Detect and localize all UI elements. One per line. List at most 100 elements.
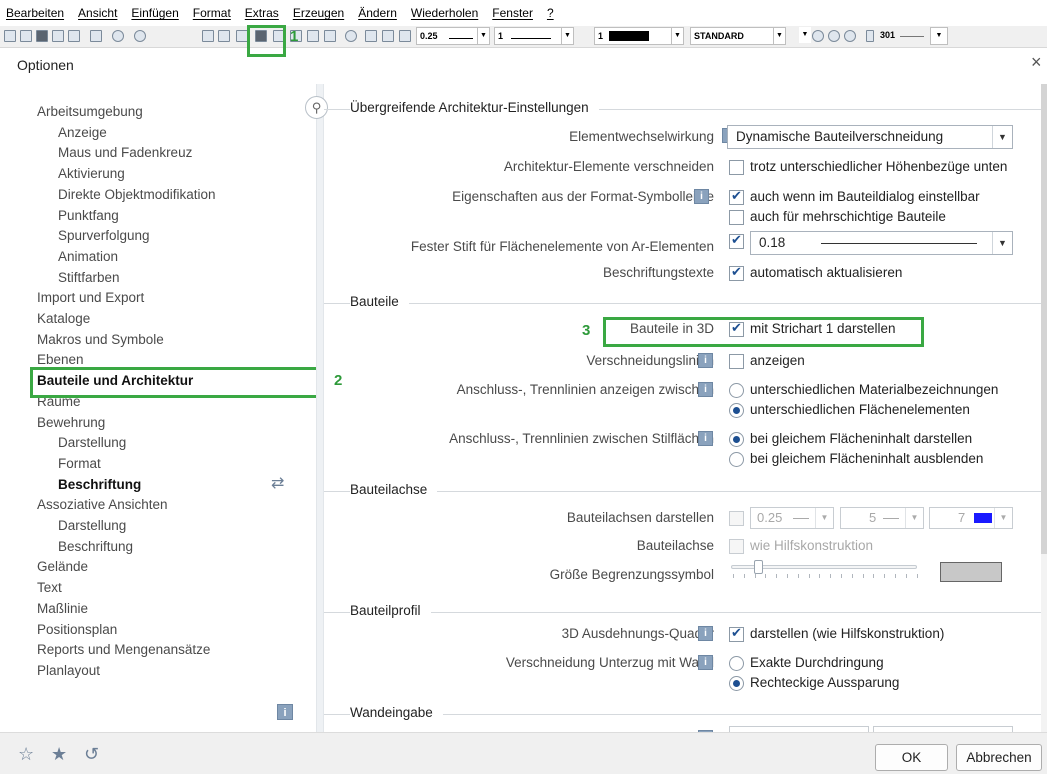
anschluss-material-radio[interactable] [729, 383, 744, 398]
unterzug-rechteckig-radio[interactable] [729, 676, 744, 691]
info-icon[interactable]: i [698, 431, 713, 446]
bauteilachse-checkbox[interactable] [729, 539, 744, 554]
info-icon[interactable]: i [698, 382, 713, 397]
unterzug-exakt-radio[interactable] [729, 656, 744, 671]
scrollbar-thumb[interactable] [1041, 84, 1047, 554]
begrenzungssymbol-color-box[interactable] [940, 562, 1002, 582]
tree-item[interactable]: Arbeitsumgebung [37, 103, 143, 121]
tree-item[interactable]: Assoziative Ansichten [37, 496, 168, 514]
achse-color-select[interactable]: 7 ▼ [929, 507, 1013, 529]
lock-icon[interactable] [844, 30, 856, 42]
pattern-icon[interactable] [866, 30, 874, 42]
info-icon[interactable]: i [694, 189, 709, 204]
pen-select[interactable]: 0.25 ▼ [416, 27, 490, 45]
tree-item[interactable]: Import und Export [37, 289, 144, 307]
tree-item[interactable]: Text [37, 579, 62, 597]
fester-stift-checkbox[interactable] [729, 232, 744, 249]
tree-item[interactable]: Gelände [37, 558, 88, 576]
menu-item[interactable]: Fenster [492, 6, 533, 20]
stilflaechen-ausblenden-radio[interactable] [729, 452, 744, 467]
reset-icon[interactable]: ↺ [84, 744, 99, 765]
tree-item[interactable]: Direkte Objektmodifikation [58, 186, 216, 204]
menu-item[interactable]: Extras [245, 6, 279, 20]
line-select[interactable]: 1 ▼ [494, 27, 574, 45]
format-mehrschichtig-checkbox[interactable] [729, 210, 744, 225]
tree-item[interactable]: Anzeige [58, 124, 107, 142]
open-file-icon[interactable] [20, 30, 32, 42]
tree-item[interactable]: Maßlinie [37, 600, 88, 618]
tree-item[interactable]: Format [58, 455, 101, 473]
menu-item[interactable]: ? [547, 6, 554, 20]
tree-item[interactable]: Darstellung [58, 517, 126, 535]
ok-button[interactable]: OK [875, 744, 948, 771]
bauteilachsen-darstellen-checkbox[interactable] [729, 511, 744, 526]
menu-item[interactable]: Wiederholen [411, 6, 478, 20]
info-icon[interactable]: i [698, 626, 713, 641]
anschluss-flaechen-radio[interactable] [729, 403, 744, 418]
verschneidungslinien-checkbox[interactable] [729, 354, 744, 369]
undo-icon[interactable] [112, 30, 124, 42]
favorites-folder-icon[interactable]: ☆ [18, 744, 34, 765]
tree-item[interactable]: Kataloge [37, 310, 90, 328]
layer-status-icon[interactable] [812, 30, 824, 42]
close-icon[interactable]: × [1031, 53, 1042, 71]
visibility-icon[interactable] [828, 30, 840, 42]
beschriftungstexte-checkbox[interactable] [729, 264, 744, 281]
line-tool-icon[interactable] [382, 30, 394, 42]
info-icon[interactable]: i [698, 353, 713, 368]
favorites-save-icon[interactable]: ★ [51, 744, 67, 765]
stilflaechen-darstellen-radio[interactable] [729, 432, 744, 447]
tree-item[interactable]: Planlayout [37, 662, 100, 680]
favorite-arrow-icon[interactable]: ⇄ [271, 473, 284, 493]
tree-item[interactable]: Maus und Fadenkreuz [58, 144, 192, 162]
tree-item[interactable]: Punktfang [58, 207, 119, 225]
info-icon[interactable]: i [277, 704, 293, 720]
info-icon[interactable]: i [698, 655, 713, 670]
pen-tool-icon[interactable] [365, 30, 377, 42]
tree-item[interactable]: Beschriftung [58, 476, 141, 494]
elementwechselwirkung-select[interactable]: Dynamische Bauteilverschneidung ▼ [727, 125, 1013, 149]
pattern-dropdown[interactable]: ▼ [930, 27, 948, 45]
print-icon[interactable] [68, 30, 80, 42]
achse-pen-select[interactable]: 0.25 ▼ [750, 507, 834, 529]
tree-item[interactable]: Aktivierung [58, 165, 125, 183]
layer-select[interactable]: STANDARD ▼ [690, 27, 786, 45]
scrollbar[interactable] [1041, 84, 1047, 732]
layer-icon[interactable] [52, 30, 64, 42]
format-bauteildialog-checkbox[interactable] [729, 188, 744, 205]
achse-line-select[interactable]: 5 ▼ [840, 507, 924, 529]
menu-item[interactable]: Ändern [358, 6, 397, 20]
save-icon[interactable] [36, 30, 48, 42]
tree-item[interactable]: Positionsplan [37, 621, 117, 639]
panel-splitter[interactable] [316, 84, 324, 732]
verschneiden-checkbox[interactable] [729, 160, 744, 175]
tree-item[interactable]: Animation [58, 248, 118, 266]
new-file-icon[interactable] [4, 30, 16, 42]
tree-item[interactable]: Bewehrung [37, 414, 105, 432]
cancel-button[interactable]: Abbrechen [956, 744, 1042, 771]
menu-item[interactable]: Format [193, 6, 231, 20]
menu-item[interactable]: Ansicht [78, 6, 117, 20]
slider-thumb[interactable] [754, 560, 763, 574]
ausdehnungs-quader-checkbox[interactable] [729, 625, 744, 642]
format-icon[interactable] [307, 30, 319, 42]
brush-icon[interactable] [399, 30, 411, 42]
tree-item[interactable]: Beschriftung [58, 538, 133, 556]
tree-item[interactable]: Reports und Mengenansätze [37, 641, 210, 659]
tree-item[interactable]: Spurverfolgung [58, 227, 150, 245]
object-icon[interactable] [324, 30, 336, 42]
grid-icon[interactable] [218, 30, 230, 42]
redo-icon[interactable] [134, 30, 146, 42]
layer-dropdown[interactable]: ▼ [791, 27, 811, 45]
tree-item[interactable]: Makros und Symbole [37, 331, 164, 349]
tree-item[interactable]: Darstellung [58, 434, 126, 452]
zoom-icon[interactable] [345, 30, 357, 42]
menu-item[interactable]: Einfügen [131, 6, 178, 20]
tree-item[interactable]: Stiftfarben [58, 269, 120, 287]
menu-item[interactable]: Erzeugen [293, 6, 344, 20]
window-icon[interactable] [90, 30, 102, 42]
color-select[interactable]: 1 ▼ [594, 27, 684, 45]
dimension-icon[interactable] [202, 30, 214, 42]
fester-stift-select[interactable]: 0.18 ▼ [750, 231, 1013, 255]
menu-item[interactable]: Bearbeiten [6, 6, 64, 20]
